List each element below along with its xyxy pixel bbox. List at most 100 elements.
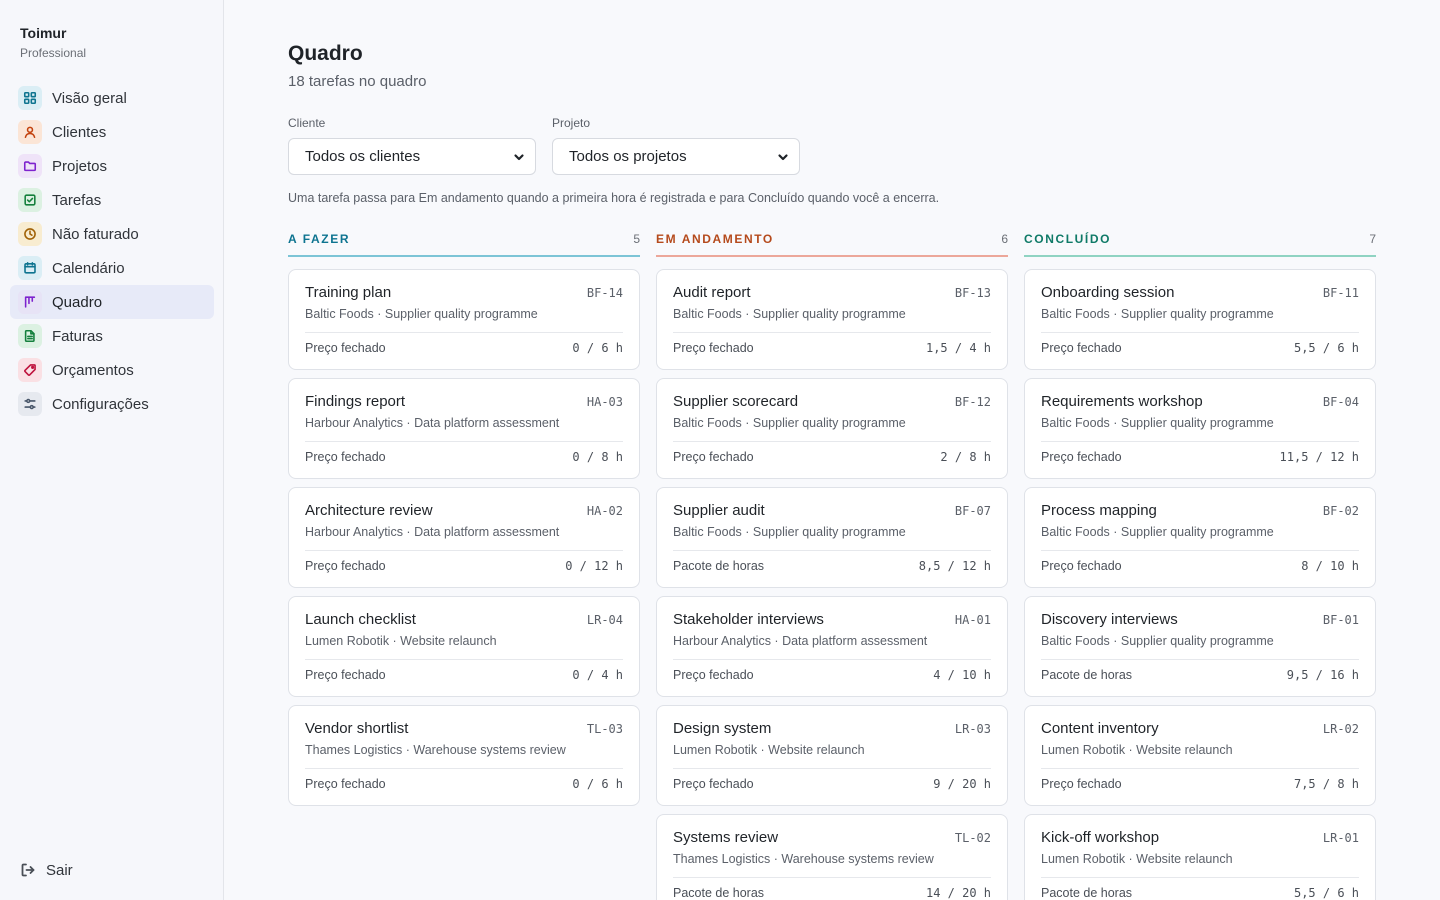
- board-hint: Uma tarefa passa para Em andamento quand…: [288, 191, 940, 205]
- kanban-icon: [18, 290, 42, 314]
- sidebar-item-quadro[interactable]: Quadro: [10, 285, 214, 319]
- task-billing-type: Preço fechado: [673, 450, 754, 464]
- task-card[interactable]: Onboarding session BF-11 Baltic Foods · Su…: [1024, 269, 1376, 370]
- card-divider: [673, 441, 991, 442]
- sidebar-item-visao-geral[interactable]: Visão geral: [10, 81, 214, 115]
- column-title: EM ANDAMENTO: [656, 232, 774, 246]
- task-title: Content inventory: [1041, 720, 1159, 737]
- column-header: CONCLUÍDO 7: [1024, 230, 1376, 257]
- task-hours: 9,5 / 16 h: [1286, 668, 1359, 682]
- checkbox-icon: [18, 188, 42, 212]
- grid-icon: [18, 86, 42, 110]
- sidebar-item-calendario[interactable]: Calendário: [10, 251, 214, 285]
- card-divider: [673, 768, 991, 769]
- task-card[interactable]: Process mapping BF-02 Baltic Foods · Suppl…: [1024, 487, 1376, 588]
- task-code: HA-01: [954, 613, 991, 627]
- task-card[interactable]: Stakeholder interviews HA-01 Harbour Analy…: [656, 596, 1008, 697]
- task-card[interactable]: Findings report HA-03 Harbour Analytics · …: [288, 378, 640, 479]
- task-billing-type: Preço fechado: [305, 777, 386, 791]
- task-hours: 8,5 / 12 h: [918, 559, 991, 573]
- task-billing-type: Preço fechado: [1041, 559, 1122, 573]
- card-divider: [1041, 332, 1359, 333]
- task-client-project: Baltic Foods · Supplier quality programm…: [673, 525, 906, 539]
- sidebar-item-clientes[interactable]: Clientes: [10, 115, 214, 149]
- card-divider: [305, 659, 623, 660]
- task-client-project: Baltic Foods · Supplier quality programm…: [1041, 307, 1274, 321]
- sidebar-item-orcamentos[interactable]: Orçamentos: [10, 353, 214, 387]
- sliders-icon: [18, 392, 42, 416]
- sidebar-item-configuracoes[interactable]: Configurações: [10, 387, 214, 421]
- task-client-project: Lumen Robotik · Website relaunch: [673, 743, 865, 757]
- task-code: HA-02: [586, 504, 623, 518]
- task-card[interactable]: Design system LR-03 Lumen Robotik · Websit…: [656, 705, 1008, 806]
- task-client-project: Harbour Analytics · Data platform assess…: [305, 416, 560, 430]
- project-select[interactable]: Todos os projetos: [552, 138, 800, 175]
- brand-plan: Professional: [20, 46, 87, 60]
- task-hours: 0 / 6 h: [572, 777, 623, 791]
- task-client-project: Baltic Foods · Supplier quality programm…: [1041, 525, 1274, 539]
- task-title: Findings report: [305, 393, 406, 410]
- task-card[interactable]: Discovery interviews BF-01 Baltic Foods · …: [1024, 596, 1376, 697]
- task-code: LR-01: [1322, 831, 1359, 845]
- logout-button[interactable]: Sair: [20, 860, 73, 880]
- sidebar-item-faturas[interactable]: Faturas: [10, 319, 214, 353]
- sidebar: Toimur Professional Visão geral Clientes P…: [0, 0, 224, 900]
- column-count: 6: [1001, 232, 1008, 246]
- task-title: Design system: [673, 720, 772, 737]
- task-code: TL-03: [586, 722, 623, 736]
- task-client-project: Thames Logistics · Warehouse systems rev…: [673, 852, 934, 866]
- task-hours: 1,5 / 4 h: [925, 341, 991, 355]
- card-divider: [673, 332, 991, 333]
- task-code: HA-03: [586, 395, 623, 409]
- logout-icon: [21, 863, 35, 877]
- client-select[interactable]: Todos os clientes: [288, 138, 536, 175]
- client-select-value: Todos os clientes: [305, 148, 421, 165]
- sidebar-item-projetos[interactable]: Projetos: [10, 149, 214, 183]
- folder-icon: [18, 154, 42, 178]
- task-hours: 7,5 / 8 h: [1293, 777, 1359, 791]
- card-divider: [673, 877, 991, 878]
- task-title: Vendor shortlist: [305, 720, 409, 737]
- task-card[interactable]: Architecture review HA-02 Harbour Analytic…: [288, 487, 640, 588]
- task-card[interactable]: Supplier audit BF-07 Baltic Foods · Suppli…: [656, 487, 1008, 588]
- task-card[interactable]: Training plan BF-14 Baltic Foods · Supplie…: [288, 269, 640, 370]
- task-card[interactable]: Kick-off workshop LR-01 Lumen Robotik · We…: [1024, 814, 1376, 900]
- document-icon: [18, 324, 42, 348]
- main-content: Quadro 18 tarefas no quadro Cliente Todo…: [224, 0, 1440, 900]
- task-client-project: Baltic Foods · Supplier quality programm…: [673, 416, 906, 430]
- task-hours: 0 / 8 h: [572, 450, 623, 464]
- card-divider: [1041, 877, 1359, 878]
- task-hours: 2 / 8 h: [940, 450, 991, 464]
- task-card[interactable]: Vendor shortlist TL-03 Thames Logistics · …: [288, 705, 640, 806]
- column-header: A FAZER 5: [288, 230, 640, 257]
- task-card[interactable]: Launch checklist LR-04 Lumen Robotik · Web…: [288, 596, 640, 697]
- card-divider: [305, 768, 623, 769]
- task-billing-type: Preço fechado: [673, 341, 754, 355]
- task-billing-type: Preço fechado: [305, 668, 386, 682]
- card-divider: [305, 550, 623, 551]
- sidebar-item-tarefas[interactable]: Tarefas: [10, 183, 214, 217]
- sidebar-item-nao-faturado[interactable]: Não faturado: [10, 217, 214, 251]
- task-code: TL-02: [954, 831, 991, 845]
- task-card[interactable]: Audit report BF-13 Baltic Foods · Supplier…: [656, 269, 1008, 370]
- task-code: BF-01: [1322, 613, 1359, 627]
- brand-name: Toimur: [20, 25, 67, 41]
- task-title: Onboarding session: [1041, 284, 1175, 301]
- task-client-project: Baltic Foods · Supplier quality programm…: [673, 307, 906, 321]
- chevron-down-icon: [514, 153, 524, 160]
- task-card[interactable]: Requirements workshop BF-04 Baltic Foods ·…: [1024, 378, 1376, 479]
- task-card[interactable]: Systems review TL-02 Thames Logistics · Wa…: [656, 814, 1008, 900]
- task-code: BF-12: [954, 395, 991, 409]
- task-title: Supplier scorecard: [673, 393, 799, 410]
- task-code: BF-07: [954, 504, 991, 518]
- task-code: BF-14: [586, 286, 623, 300]
- task-title: Process mapping: [1041, 502, 1157, 519]
- task-card[interactable]: Supplier scorecard BF-12 Baltic Foods · Su…: [656, 378, 1008, 479]
- task-card[interactable]: Content inventory LR-02 Lumen Robotik · We…: [1024, 705, 1376, 806]
- client-filter: Cliente Todos os clientes: [288, 116, 536, 175]
- task-code: LR-02: [1322, 722, 1359, 736]
- card-divider: [1041, 768, 1359, 769]
- chevron-down-icon: [778, 153, 788, 160]
- task-title: Training plan: [305, 284, 392, 301]
- task-billing-type: Preço fechado: [305, 341, 386, 355]
